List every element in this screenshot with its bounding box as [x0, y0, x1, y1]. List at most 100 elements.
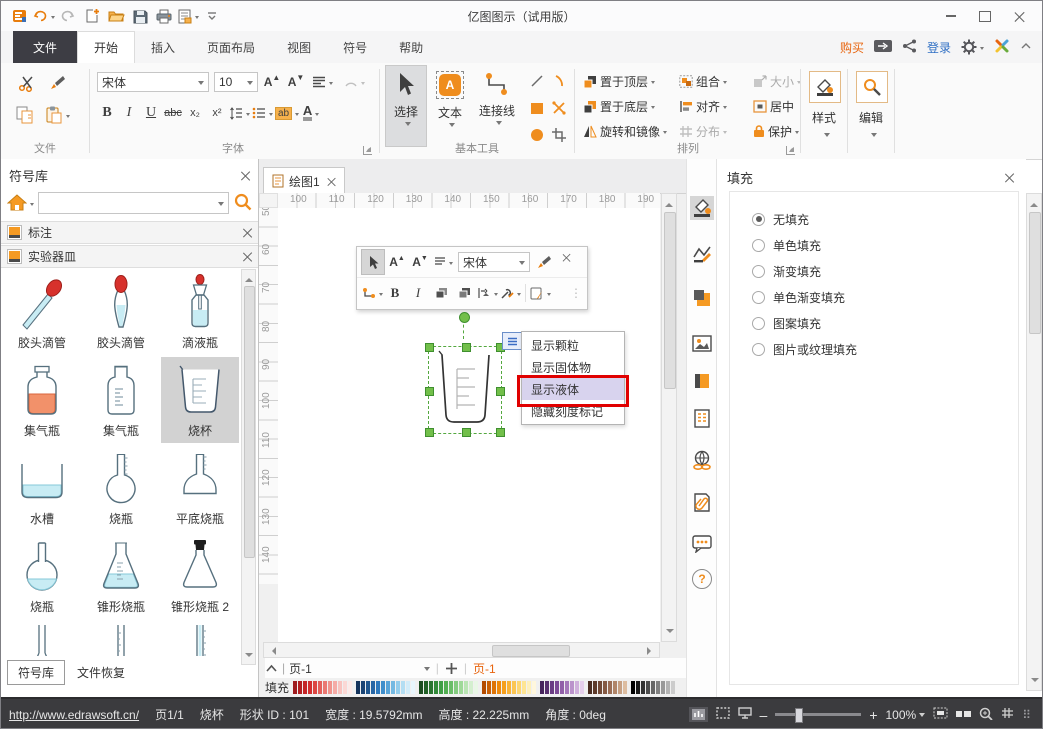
rotation-handle[interactable] [459, 312, 470, 323]
text-align-button[interactable] [312, 72, 333, 92]
float-align-icon[interactable] [432, 250, 454, 274]
palette-swatch[interactable] [646, 681, 650, 694]
library-scroll-thumb[interactable] [244, 286, 255, 558]
library-search-input[interactable] [38, 192, 229, 214]
palette-swatch[interactable] [391, 681, 395, 694]
palette-swatch[interactable] [371, 681, 375, 694]
palette-swatch[interactable] [492, 681, 496, 694]
palette-swatch[interactable] [550, 681, 554, 694]
radio-icon[interactable] [752, 213, 765, 226]
line-panel-icon[interactable] [690, 241, 714, 265]
palette-swatch[interactable] [381, 681, 385, 694]
palette-swatch[interactable] [469, 681, 473, 694]
float-font-select[interactable]: 宋体 [458, 252, 530, 272]
palette-swatch[interactable] [598, 681, 602, 694]
context-menu-item-显示颗粒[interactable]: 显示颗粒 [522, 334, 624, 356]
resize-handle[interactable] [425, 343, 434, 352]
palette-swatch[interactable] [580, 681, 584, 694]
library-home-icon[interactable] [7, 194, 34, 212]
palette-swatch[interactable] [474, 681, 478, 694]
panel-tab-library[interactable]: 符号库 [7, 660, 65, 685]
palette-swatch[interactable] [482, 681, 486, 694]
increase-font-button[interactable]: A▲ [262, 72, 282, 92]
palette-swatch[interactable] [449, 681, 453, 694]
palette-swatch[interactable] [298, 681, 302, 694]
text-highlight-button[interactable]: ab [275, 103, 299, 123]
page-tab-active[interactable]: 页-1 [473, 660, 496, 677]
font-color-button[interactable]: A [301, 103, 321, 123]
palette-swatch[interactable] [459, 681, 463, 694]
library-symbol[interactable] [3, 621, 81, 656]
panel-scroll-thumb[interactable] [1029, 212, 1041, 334]
palette-swatch[interactable] [588, 681, 592, 694]
radio-icon[interactable] [752, 291, 765, 304]
help-panel-icon[interactable]: ? [690, 567, 714, 591]
redo-button[interactable] [57, 5, 79, 27]
palette-swatch[interactable] [570, 681, 574, 694]
float-decrease-font-icon[interactable]: A▼ [409, 250, 431, 274]
scroll-down-icon[interactable] [666, 629, 674, 637]
palette-swatch[interactable] [631, 681, 635, 694]
tab-file[interactable]: 文件 [13, 31, 77, 63]
open-button[interactable] [105, 5, 127, 27]
library-symbol-滴液瓶[interactable]: 滴液瓶 [161, 269, 239, 355]
radio-icon[interactable] [752, 239, 765, 252]
palette-swatch[interactable] [444, 681, 448, 694]
palette-swatch[interactable] [636, 681, 640, 694]
palette-swatch[interactable] [540, 681, 544, 694]
float-italic-icon[interactable]: I [407, 281, 429, 305]
radio-icon[interactable] [752, 317, 765, 330]
palette-swatch[interactable] [429, 681, 433, 694]
float-connector-icon[interactable] [361, 281, 383, 305]
center-button[interactable]: 居中 [753, 94, 805, 118]
close-window-button[interactable] [1002, 1, 1036, 31]
palette-swatch[interactable] [323, 681, 327, 694]
library-symbol-烧杯[interactable]: 烧杯 [161, 357, 239, 443]
arrange-dialog-launcher[interactable] [786, 146, 795, 155]
size-button[interactable]: 大小 [753, 69, 805, 93]
palette-swatch[interactable] [545, 681, 549, 694]
float-bold-icon[interactable]: B [384, 281, 406, 305]
section-close-icon[interactable] [243, 252, 252, 261]
palette-swatch[interactable] [656, 681, 660, 694]
font-size-select[interactable]: 10 [214, 72, 258, 92]
fill-option-单色填充[interactable]: 单色填充 [752, 232, 1018, 258]
palette-swatch[interactable] [303, 681, 307, 694]
zoom-in-icon[interactable]: + [869, 707, 877, 723]
shape-quick-menu-button[interactable] [502, 332, 523, 350]
resize-handle[interactable] [462, 343, 471, 352]
font-dialog-launcher[interactable] [363, 146, 372, 155]
scroll-up-icon[interactable] [665, 199, 673, 207]
maximize-button[interactable] [968, 1, 1002, 31]
palette-swatch[interactable] [555, 681, 559, 694]
tab-symbols[interactable]: 符号 [327, 31, 383, 63]
library-symbol-集气瓶[interactable]: 集气瓶 [3, 357, 81, 443]
connector-tool-button[interactable]: 连接线 [473, 65, 521, 147]
library-symbol[interactable] [82, 621, 160, 656]
fill-panel-scrollbar[interactable] [1026, 193, 1042, 691]
palette-swatch[interactable] [641, 681, 645, 694]
underline-button[interactable]: U [141, 103, 161, 123]
library-symbol-平底烧瓶[interactable]: 平底烧瓶 [161, 445, 239, 531]
palette-swatch[interactable] [348, 681, 352, 694]
context-menu-item-隐藏刻度标记[interactable]: 隐藏刻度标记 [522, 400, 624, 422]
palette-swatch[interactable] [618, 681, 622, 694]
library-search-icon[interactable] [234, 193, 252, 214]
document-tab[interactable]: 绘图1 [263, 167, 345, 194]
cut-button[interactable] [17, 73, 37, 93]
palette-swatch[interactable] [487, 681, 491, 694]
group-button[interactable]: 组合 [679, 69, 753, 93]
palette-swatch[interactable] [502, 681, 506, 694]
curved-text-button[interactable] [344, 72, 365, 92]
edit-button[interactable] [856, 71, 888, 103]
send-to-back-button[interactable]: 置于底层 [583, 94, 679, 118]
library-section-callouts[interactable]: 标注 [1, 221, 258, 244]
palette-swatch[interactable] [593, 681, 597, 694]
palette-swatch[interactable] [651, 681, 655, 694]
float-align-distribute-icon[interactable] [476, 281, 498, 305]
context-menu-item-显示固体物[interactable]: 显示固体物 [522, 356, 624, 378]
palette-swatch[interactable] [613, 681, 617, 694]
undo-button[interactable] [33, 5, 55, 27]
collapse-ribbon-icon[interactable] [1020, 40, 1032, 54]
arc-tool-icon[interactable] [549, 71, 569, 91]
